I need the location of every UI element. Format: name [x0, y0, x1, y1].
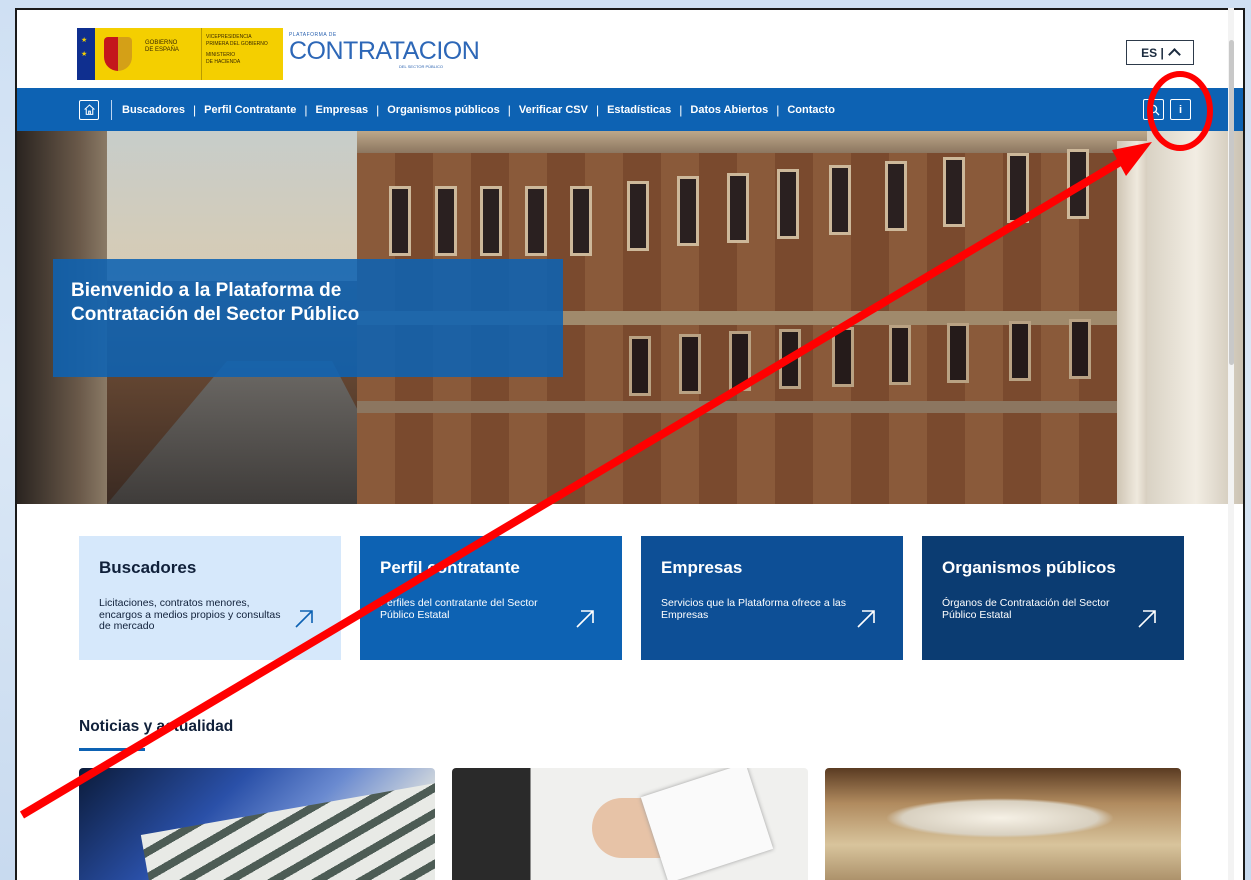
nav-links: Buscadores | Perfil Contratante | Empres… [122, 102, 836, 117]
card-organismos-publicos[interactable]: Organismos públicos Órganos de Contratac… [922, 536, 1184, 660]
header: GOBIERNO DE ESPAÑA VICEPRESIDENCIA PRIME… [17, 10, 1243, 88]
nav-item-empresas[interactable]: Empresas [316, 104, 369, 116]
news-item-documents-image[interactable] [452, 768, 808, 880]
info-button[interactable]: i [1170, 99, 1191, 120]
card-title: Perfil contratante [380, 558, 520, 577]
nav-item-perfil-contratante[interactable]: Perfil Contratante [204, 104, 296, 116]
news-item-library-image[interactable] [825, 768, 1181, 880]
info-icon: i [1178, 103, 1183, 116]
nav-item-organismos-publicos[interactable]: Organismos públicos [387, 104, 499, 116]
nav-item-datos-abiertos[interactable]: Datos Abiertos [690, 104, 768, 116]
news-section-title: Noticias y actualidad [79, 718, 234, 735]
card-perfil-contratante[interactable]: Perfil contratante Perfiles del contrata… [360, 536, 622, 660]
language-selector[interactable]: ES | [1126, 40, 1194, 65]
news-list [79, 768, 1181, 880]
language-label: ES | [1141, 45, 1164, 60]
card-title: Buscadores [99, 558, 197, 577]
quick-access-cards: Buscadores Licitaciones, contratos menor… [79, 536, 1184, 660]
hero-title: Bienvenido a la Plataforma de Contrataci… [71, 280, 360, 325]
main-nav: Buscadores | Perfil Contratante | Empres… [17, 88, 1243, 131]
platform-logo[interactable]: PLATAFORMA DE CONTRATACION DEL SECTOR PÚ… [289, 32, 480, 72]
gov-label: GOBIERNO DE ESPAÑA [145, 40, 179, 53]
news-item-network-image[interactable] [79, 768, 435, 880]
card-title: Empresas [661, 558, 743, 577]
card-buscadores[interactable]: Buscadores Licitaciones, contratos menor… [79, 536, 341, 660]
home-icon [83, 104, 95, 115]
chevron-up-icon [1167, 48, 1181, 61]
hero-caption: Bienvenido a la Plataforma de Contrataci… [53, 259, 563, 377]
scrollbar-thumb[interactable] [1229, 40, 1234, 365]
home-button[interactable] [79, 99, 99, 120]
card-description: Perfiles del contratante del Sector Públ… [380, 597, 538, 621]
card-description: Licitaciones, contratos menores, encargo… [99, 597, 281, 632]
arrow-up-right-icon [1138, 610, 1156, 628]
card-title: Organismos públicos [942, 558, 1116, 577]
search-button[interactable] [1143, 99, 1164, 120]
ministry-label: VICEPRESIDENCIA PRIMERA DEL GOBIERNO MIN… [201, 28, 283, 80]
nav-item-estadisticas[interactable]: Estadísticas [607, 104, 671, 116]
hero-banner: Bienvenido a la Plataforma de Contrataci… [17, 131, 1243, 504]
arrow-up-right-icon [857, 610, 875, 628]
news-title-underline [79, 748, 145, 751]
browser-page: GOBIERNO DE ESPAÑA VICEPRESIDENCIA PRIME… [15, 8, 1245, 880]
platform-logo-title: CONTRATACION [289, 37, 480, 65]
government-logo[interactable]: GOBIERNO DE ESPAÑA VICEPRESIDENCIA PRIME… [77, 28, 283, 80]
nav-divider [111, 99, 112, 120]
card-description: Órganos de Contratación del Sector Públi… [942, 597, 1110, 621]
nav-item-buscadores[interactable]: Buscadores [122, 104, 185, 116]
coat-of-arms-icon [95, 28, 141, 80]
nav-item-verificar-csv[interactable]: Verificar CSV [519, 104, 588, 116]
arrow-up-right-icon [576, 610, 594, 628]
search-icon [1148, 104, 1159, 115]
nav-item-contacto[interactable]: Contacto [787, 104, 835, 116]
card-description: Servicios que la Plataforma ofrece a las… [661, 597, 847, 621]
card-empresas[interactable]: Empresas Servicios que la Plataforma ofr… [641, 536, 903, 660]
eu-flag-icon [77, 28, 95, 80]
arrow-up-right-icon [295, 610, 313, 628]
